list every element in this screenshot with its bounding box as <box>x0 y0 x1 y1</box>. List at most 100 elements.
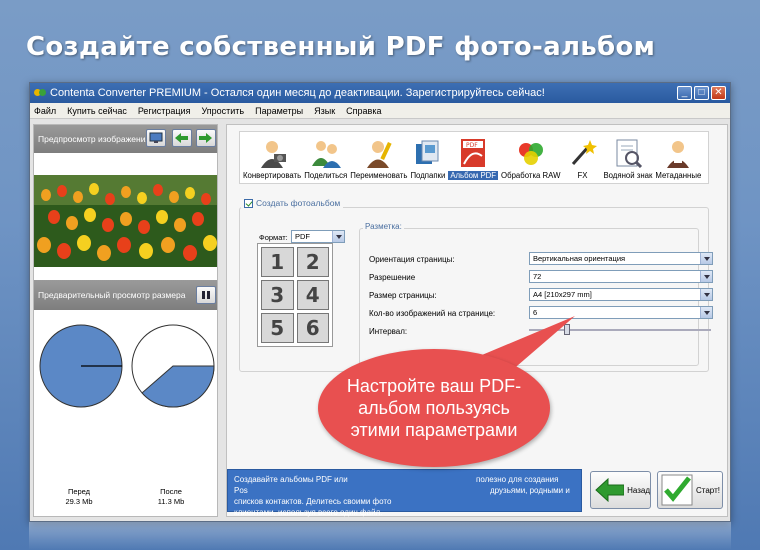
back-button[interactable]: Назад <box>590 471 651 509</box>
tool-raw-label: Обработка RAW <box>501 171 561 180</box>
create-album-checkbox[interactable]: Создать фотоальбом <box>241 198 344 208</box>
pause-button[interactable] <box>196 286 216 304</box>
tool-fx-label: FX <box>577 171 588 180</box>
menu-item-file[interactable]: Файл <box>34 106 56 116</box>
tool-watermark-label: Водяной знак <box>603 171 653 180</box>
chevron-down-icon <box>332 231 344 242</box>
size-pie-charts <box>39 324 215 408</box>
menu-item-settings[interactable]: Параметры <box>255 106 303 116</box>
images-per-page-select[interactable]: 6 <box>529 306 713 319</box>
tool-subfolders[interactable]: Подпапки <box>410 138 445 180</box>
interval-slider[interactable] <box>529 324 711 335</box>
convert-person-icon <box>261 141 287 168</box>
tool-pdf-album[interactable]: PDF Альбом PDF <box>448 138 499 180</box>
images-per-page-value: 6 <box>533 308 538 317</box>
preview-image <box>34 175 217 267</box>
menu-bar: Файл Купить сейчас Регистрация Упростить… <box>30 103 730 119</box>
tool-raw[interactable]: Обработка RAW <box>501 138 560 180</box>
maximize-button[interactable]: □ <box>694 86 709 100</box>
tool-rename[interactable]: Переименовать <box>350 138 407 180</box>
grid-cell: 1 <box>261 247 294 277</box>
page-headline: Создайте собственный PDF фото-альбом <box>26 32 656 62</box>
start-button[interactable]: Старт! <box>657 471 723 509</box>
create-album-label: Создать фотоальбом <box>256 198 341 208</box>
back-label: Назад <box>627 485 650 495</box>
arrow-left-icon <box>175 133 188 143</box>
grid-cell: 3 <box>261 280 294 310</box>
tool-metadata[interactable]: Метаданные <box>655 138 701 180</box>
tool-watermark[interactable]: Водяной знак <box>603 138 652 180</box>
prev-image-button[interactable] <box>172 129 192 147</box>
after-size: После 11.3 Mb <box>126 487 216 507</box>
title-bar: Contenta Converter PREMIUM - Остался оди… <box>30 83 730 103</box>
monitor-icon <box>149 132 163 143</box>
chevron-down-icon <box>700 253 712 264</box>
info-line: клиентами, используя всего один файл. <box>234 508 383 517</box>
checkmark-icon <box>661 474 693 506</box>
resolution-select[interactable]: 72 <box>529 270 713 283</box>
interval-label: Интервал: <box>369 327 408 336</box>
tool-pdf-album-label: Альбом PDF <box>448 171 499 180</box>
callout-text: Настройте ваш PDF-альбом пользуясь этими… <box>346 376 522 440</box>
page-size-label: Размер страницы: <box>369 291 437 300</box>
menu-item-buy[interactable]: Купить сейчас <box>67 106 127 116</box>
checkbox-checked-icon <box>244 198 253 208</box>
grid-cell: 5 <box>261 313 294 343</box>
tulip-photo <box>34 175 217 267</box>
share-people-icon <box>311 141 341 168</box>
after-label: После <box>160 487 182 496</box>
orientation-label: Ориентация страницы: <box>369 255 455 264</box>
page-layout-preview: 1 2 3 4 5 6 <box>257 243 333 347</box>
fx-wand-icon <box>572 140 598 165</box>
images-per-page-label: Кол-во изображений на странице: <box>369 309 496 318</box>
menu-item-language[interactable]: Язык <box>314 106 335 116</box>
tool-share[interactable]: Поделиться <box>304 138 347 180</box>
close-button[interactable]: ✕ <box>711 86 726 100</box>
tool-fx[interactable]: FX <box>567 138 598 180</box>
pdf-album-icon: PDF <box>461 139 486 167</box>
arrow-right-icon <box>199 133 212 143</box>
grid-cell: 4 <box>296 280 329 310</box>
slider-thumb[interactable] <box>564 324 571 335</box>
format-select[interactable]: PDF <box>291 230 345 243</box>
info-line: Создавайте альбомы PDF или Pos <box>234 475 348 495</box>
before-value: 29.3 Mb <box>65 497 93 506</box>
arrow-left-icon <box>595 478 625 502</box>
menu-item-help[interactable]: Справка <box>346 106 381 116</box>
resolution-label: Разрешение <box>369 273 416 282</box>
grid-cell: 2 <box>296 247 329 277</box>
info-line: друзьями, родными и <box>490 486 570 495</box>
start-label: Старт! <box>696 485 720 495</box>
tool-metadata-label: Метаданные <box>655 171 702 180</box>
info-line: списков контактов. Делитесь своими фото <box>234 497 392 506</box>
after-value: 11.3 Mb <box>157 497 185 506</box>
monitor-button[interactable] <box>146 129 166 147</box>
info-line: полезно для создания <box>476 475 559 484</box>
tool-convert[interactable]: Конвертировать <box>243 138 301 180</box>
tool-rename-label: Переименовать <box>350 171 408 180</box>
watermark-icon <box>616 139 642 168</box>
chevron-down-icon <box>700 289 712 300</box>
resolution-value: 72 <box>533 272 542 281</box>
pause-icon <box>202 291 210 299</box>
orientation-select[interactable]: Вертикальная ориентация <box>529 252 713 265</box>
format-label: Формат: <box>259 233 288 242</box>
next-image-button[interactable] <box>196 129 216 147</box>
tool-subfolders-label: Подпапки <box>410 171 446 180</box>
before-size: Перед 29.3 Mb <box>34 487 124 507</box>
layout-label: Разметка: <box>363 222 404 231</box>
chevron-down-icon <box>700 307 712 318</box>
rename-person-icon <box>366 141 392 168</box>
image-preview-title: Предпросмотр изображения <box>38 134 151 144</box>
menu-item-simplify[interactable]: Упростить <box>201 106 244 116</box>
before-label: Перед <box>67 487 91 496</box>
callout-bubble: Настройте ваш PDF-альбом пользуясь этими… <box>318 349 550 467</box>
page-size-select[interactable]: A4 [210x297 mm] <box>529 288 713 301</box>
image-preview-header: Предпросмотр изображения <box>34 125 217 153</box>
preview-panel: Предпросмотр изображения Предварительный… <box>33 124 218 517</box>
menu-item-register[interactable]: Регистрация <box>138 106 191 116</box>
subfolders-icon <box>415 140 439 164</box>
size-preview-header: Предварительный просмотр размера <box>34 280 217 310</box>
minimize-button[interactable]: _ <box>677 86 692 100</box>
chevron-down-icon <box>700 271 712 282</box>
